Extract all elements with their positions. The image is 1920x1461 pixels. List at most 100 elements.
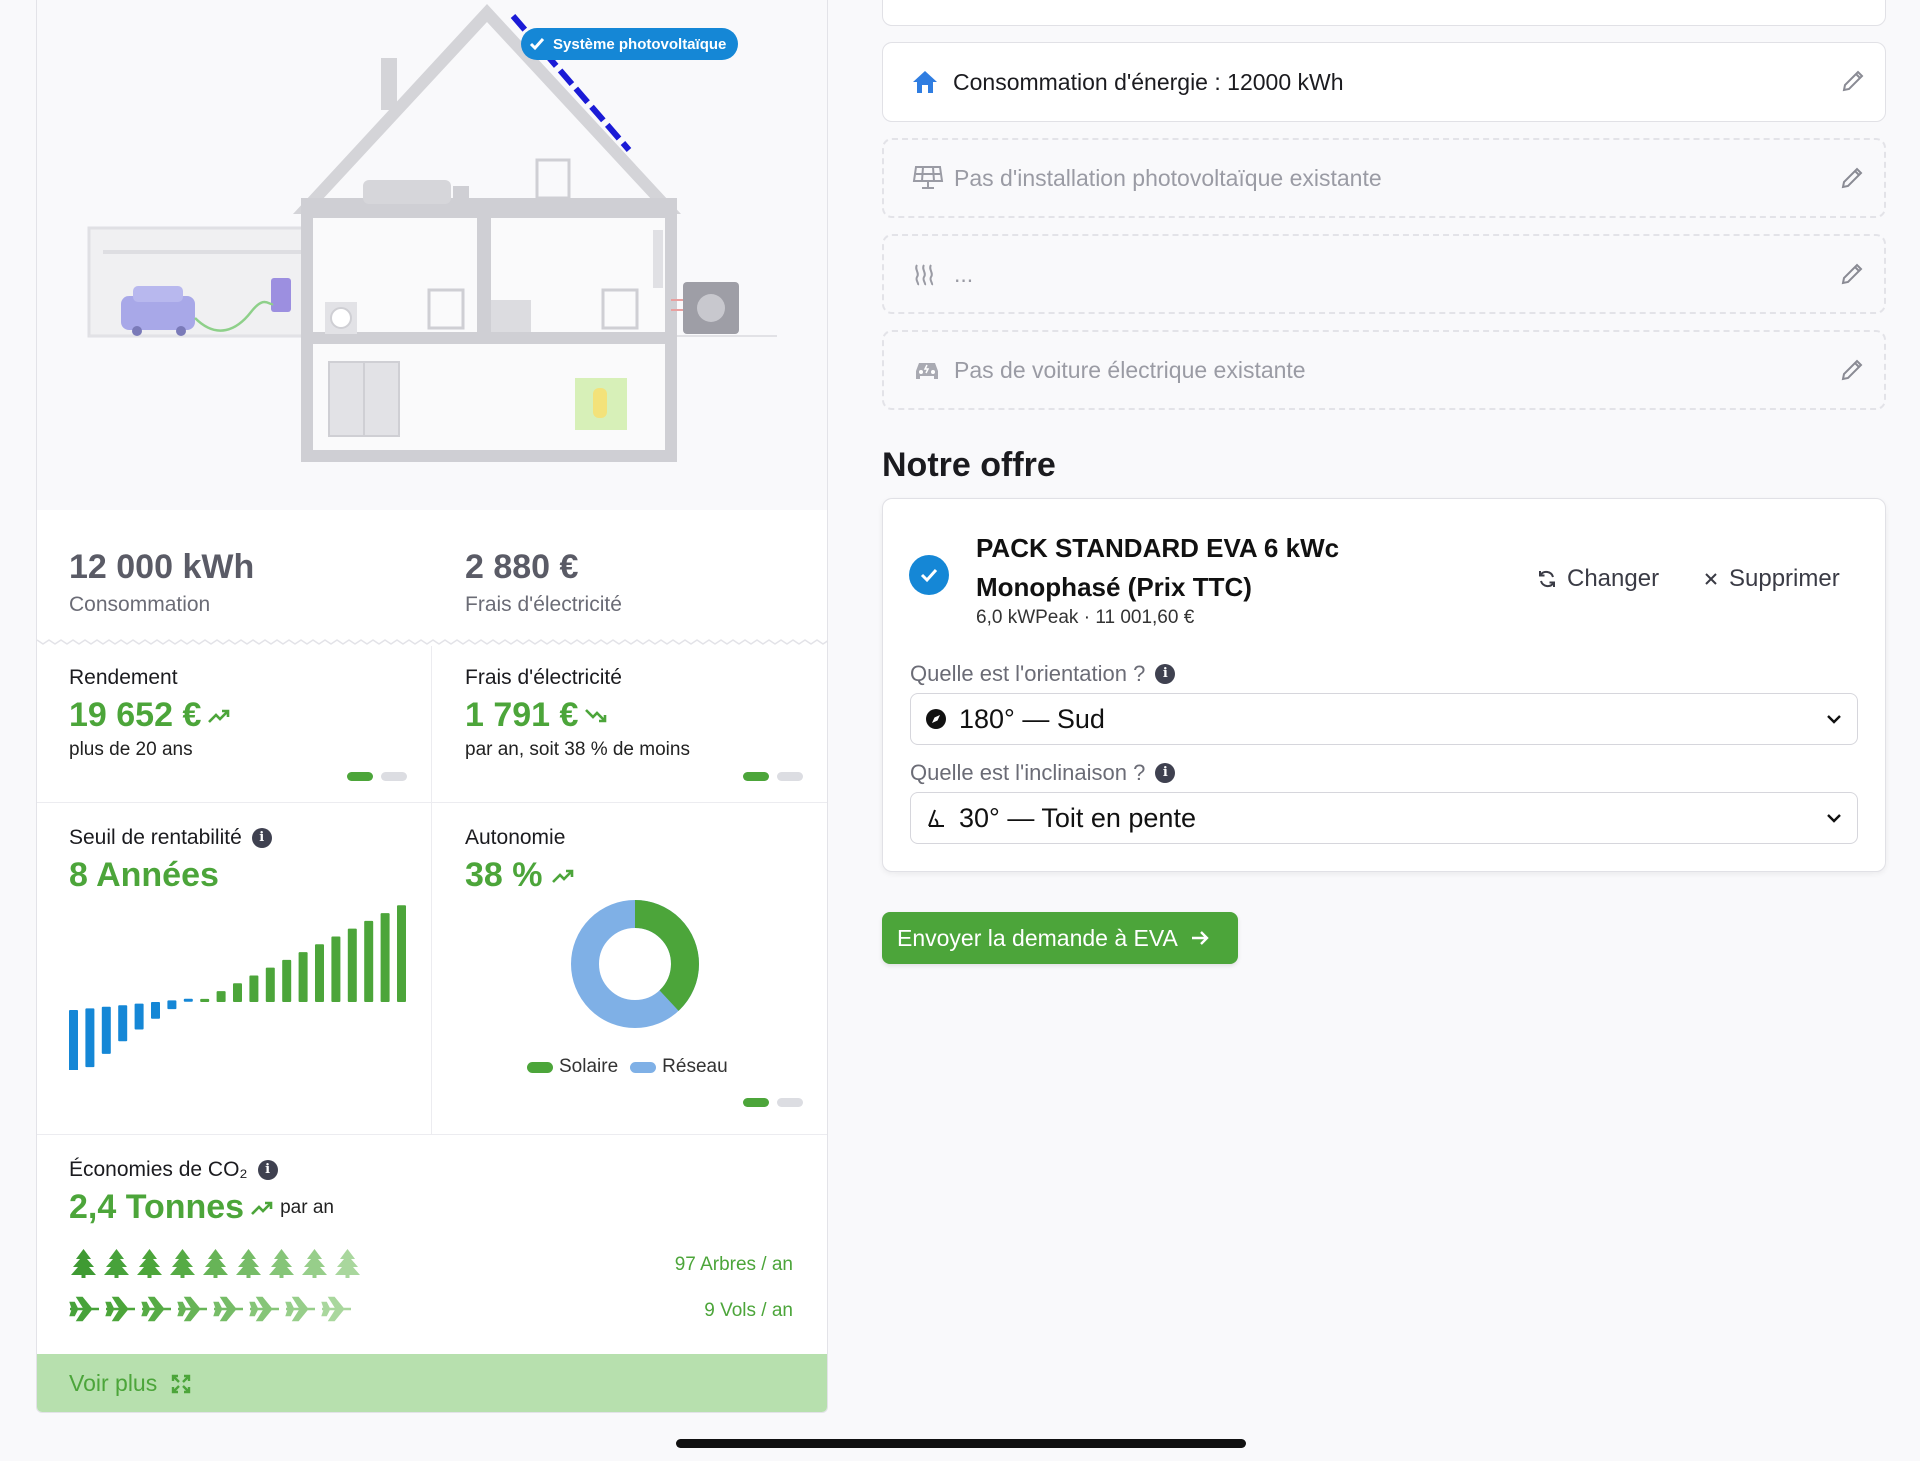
pencil-icon[interactable] [1838, 260, 1866, 288]
pack-name-line2: Monophasé (Prix TTC) [976, 572, 1252, 602]
autonomy-title: Autonomie [465, 826, 566, 849]
info-icon[interactable]: i [257, 1160, 278, 1181]
orientation-select[interactable]: 180° — Sud [910, 693, 1858, 745]
breakeven-bar [167, 1000, 177, 1010]
fact-ev[interactable]: Pas de voiture électrique existante [882, 330, 1886, 410]
orientation-value: 180° — Sud [959, 703, 1105, 734]
pv-badge-label: Système photovoltaïque [553, 35, 727, 53]
autonomy-donut-chart [571, 900, 699, 1028]
elec-sub: par an, soit 38 % de moins [465, 739, 690, 760]
grid-divider-2 [37, 1134, 827, 1135]
tree-icon [71, 1249, 96, 1278]
pencil-icon[interactable] [1838, 356, 1866, 384]
breakeven-title: Seuil de rentabilité [69, 826, 242, 849]
info-icon[interactable]: i [1155, 664, 1176, 684]
elec-pagination[interactable] [743, 772, 803, 781]
cost-label: Frais d'électricité [465, 593, 622, 616]
orientation-label: Quelle est l'orientation ? i [910, 661, 1176, 687]
tree-icon [302, 1249, 327, 1278]
autonomy-card: Autonomie 38 % [465, 826, 577, 895]
fact-ev-text: Pas de voiture électrique existante [954, 356, 1306, 383]
house-illustration-area: Système photovoltaïque [37, 0, 827, 510]
compass-icon [926, 709, 946, 729]
legend-grid-label: Réseau [662, 1056, 728, 1077]
cost-value: 2 880 € [465, 548, 579, 586]
breakeven-bar [183, 998, 193, 1002]
refresh-icon [1539, 571, 1555, 587]
offer-card: PACK STANDARD EVA 6 kWc Monophasé (Prix … [882, 498, 1886, 872]
trend-up-icon [251, 1201, 273, 1215]
voir-plus-button[interactable]: Voir plus [37, 1354, 827, 1412]
yield-title: Rendement [69, 666, 178, 689]
info-icon[interactable]: i [1155, 763, 1176, 783]
change-button[interactable]: Changer [1537, 565, 1659, 593]
summary-consumption: 12 000 kWh Consommation [69, 548, 254, 617]
pack-name-line1: PACK STANDARD EVA 6 kWc [976, 533, 1340, 563]
fact-card-cut[interactable] [882, 0, 1886, 26]
autonomy-pagination[interactable] [743, 1098, 803, 1107]
heat-waves-icon [915, 264, 934, 286]
breakeven-bar [315, 944, 324, 1002]
elec-value: 1 791 € [465, 696, 579, 734]
fact-pv[interactable]: Pas d'installation photovoltaïque exista… [882, 138, 1886, 218]
co2-per: par an [280, 1196, 334, 1218]
house-illustration [87, 4, 777, 462]
breakeven-bar-chart [69, 905, 406, 1070]
pencil-icon[interactable] [1838, 164, 1866, 192]
yield-value: 19 652 € [69, 696, 202, 734]
planes-row [69, 1296, 353, 1322]
fact-consumption-text: Consommation d'énergie : 12000 kWh [953, 68, 1344, 95]
orientation-question: Quelle est l'orientation ? [910, 661, 1146, 686]
trend-down-icon [585, 708, 607, 722]
plane-icon [69, 1296, 99, 1322]
pack-name: PACK STANDARD EVA 6 kWc Monophasé (Prix … [976, 529, 1396, 607]
tree-icon [203, 1249, 228, 1278]
delete-button[interactable]: Supprimer [1703, 565, 1840, 593]
plane-icon [177, 1296, 207, 1322]
trend-up-icon [551, 869, 573, 883]
legend-solar-swatch [527, 1061, 553, 1073]
inclination-value: 30° — Toit en pente [959, 802, 1196, 833]
summary-cost: 2 880 € Frais d'électricité [465, 548, 622, 617]
selected-check-icon[interactable] [909, 555, 949, 595]
breakeven-bar [380, 913, 390, 1002]
grid-divider-1 [37, 802, 827, 803]
change-label: Changer [1567, 565, 1660, 592]
inclination-label: Quelle est l'inclinaison ? i [910, 760, 1176, 786]
breakeven-bar [265, 967, 275, 1002]
flights-label: 9 Vols / an [704, 1300, 793, 1321]
fact-consumption[interactable]: Consommation d'énergie : 12000 kWh [882, 42, 1886, 122]
plane-icon [105, 1296, 135, 1322]
pencil-icon[interactable] [1839, 67, 1867, 95]
send-request-label: Envoyer la demande à EVA [897, 924, 1178, 951]
elec-title: Frais d'électricité [465, 666, 622, 689]
send-request-button[interactable]: Envoyer la demande à EVA [882, 912, 1238, 964]
breakeven-bar [134, 1003, 144, 1030]
consumption-value: 12 000 kWh [69, 548, 255, 586]
fact-heating[interactable]: ... [882, 234, 1886, 314]
breakeven-bar [282, 959, 292, 1002]
tree-icon [137, 1249, 162, 1278]
delete-label: Supprimer [1729, 565, 1840, 592]
electric-car-icon [916, 363, 938, 379]
breakeven-value: 8 Années [69, 856, 219, 894]
breakeven-bar [397, 905, 406, 1002]
breakeven-bar [298, 952, 308, 1002]
breakeven-bar [85, 1008, 95, 1068]
autonomy-value: 38 % [465, 856, 543, 894]
check-icon [529, 38, 545, 51]
solar-panel-icon [912, 166, 944, 189]
breakeven-bar [69, 1010, 78, 1070]
consumption-label: Consommation [69, 593, 211, 616]
breakeven-bar [249, 975, 259, 1002]
info-icon[interactable]: i [251, 828, 272, 849]
voir-plus-label: Voir plus [69, 1370, 158, 1396]
inclination-select[interactable]: 30° — Toit en pente [910, 792, 1858, 844]
breakeven-bar [331, 936, 341, 1002]
pack-meta: 6,0 kWPeak · 11 001,60 € [976, 607, 1195, 628]
yield-pagination[interactable] [347, 772, 407, 781]
legend-solar-label: Solaire [559, 1056, 619, 1077]
breakeven-bar [200, 998, 210, 1002]
breakeven-bar [101, 1006, 111, 1054]
trees-label: 97 Arbres / an [674, 1254, 793, 1275]
